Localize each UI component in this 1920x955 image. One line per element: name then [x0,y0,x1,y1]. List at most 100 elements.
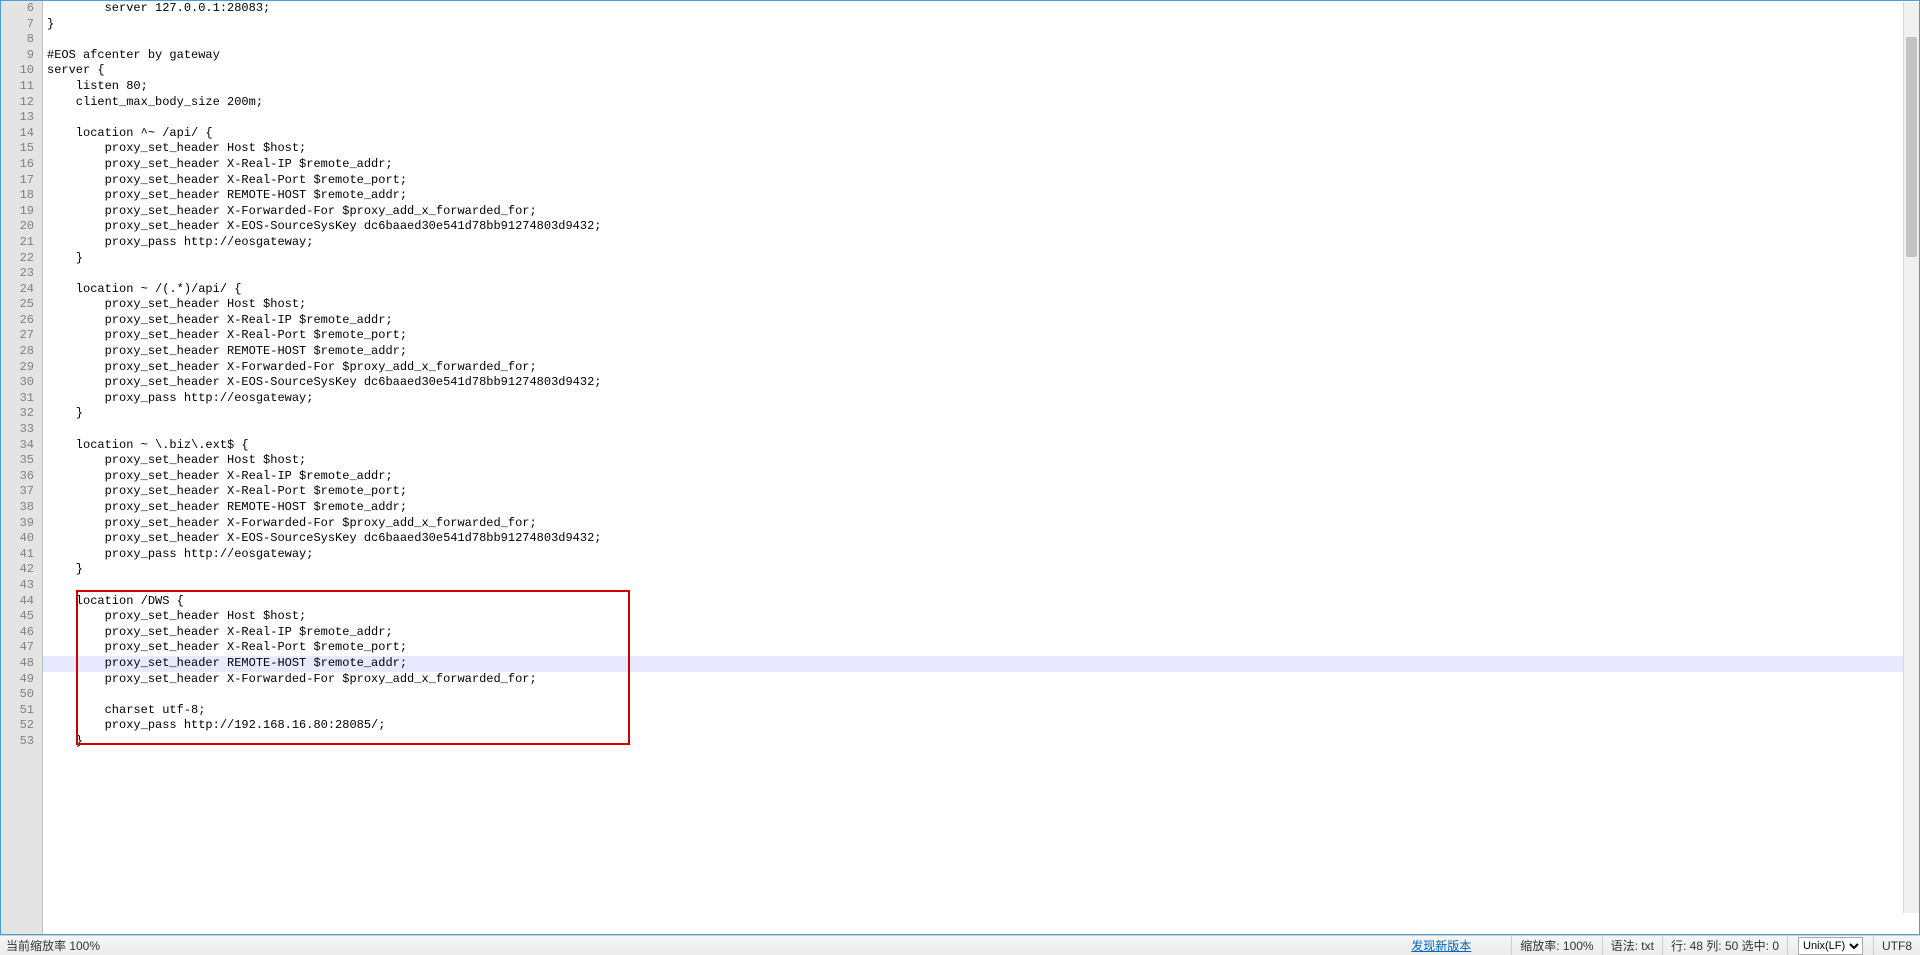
code-line[interactable] [43,578,1919,594]
scrollbar-thumb[interactable] [1906,37,1917,257]
line-number: 18 [1,188,42,204]
line-number: 39 [1,516,42,532]
code-line[interactable]: proxy_set_header X-Forwarded-For $proxy_… [43,672,1919,688]
line-number: 25 [1,297,42,313]
code-line[interactable]: proxy_set_header REMOTE-HOST $remote_add… [43,656,1919,672]
code-line[interactable]: proxy_pass http://eosgateway; [43,547,1919,563]
line-number: 10 [1,63,42,79]
line-number: 20 [1,219,42,235]
code-line[interactable]: proxy_set_header X-Forwarded-For $proxy_… [43,204,1919,220]
line-number: 26 [1,313,42,329]
code-line[interactable]: proxy_set_header X-Real-IP $remote_addr; [43,313,1919,329]
line-number: 12 [1,95,42,111]
syntax-cell[interactable]: 语法: txt [1602,936,1662,955]
code-line[interactable] [43,110,1919,126]
line-number: 51 [1,703,42,719]
code-line[interactable]: proxy_set_header X-Real-Port $remote_por… [43,484,1919,500]
code-line[interactable]: proxy_set_header Host $host; [43,453,1919,469]
code-line[interactable]: client_max_body_size 200m; [43,95,1919,111]
code-line[interactable]: proxy_set_header X-Real-IP $remote_addr; [43,625,1919,641]
line-number: 23 [1,266,42,282]
code-line[interactable]: charset utf-8; [43,703,1919,719]
code-line[interactable] [43,422,1919,438]
line-number: 46 [1,625,42,641]
code-line[interactable]: server { [43,63,1919,79]
line-number: 33 [1,422,42,438]
code-line[interactable]: proxy_set_header REMOTE-HOST $remote_add… [43,188,1919,204]
code-line[interactable]: proxy_set_header Host $host; [43,141,1919,157]
line-number: 41 [1,547,42,563]
code-line[interactable]: proxy_set_header Host $host; [43,297,1919,313]
vertical-scrollbar[interactable] [1903,2,1919,913]
line-number: 27 [1,328,42,344]
line-number: 8 [1,32,42,48]
line-number: 14 [1,126,42,142]
code-line[interactable]: proxy_set_header X-Real-IP $remote_addr; [43,157,1919,173]
new-version-link[interactable]: 发现新版本 [1411,937,1471,954]
line-number: 35 [1,453,42,469]
code-line[interactable]: proxy_set_header X-Forwarded-For $proxy_… [43,516,1919,532]
code-line[interactable]: } [43,734,1919,750]
line-number: 6 [1,1,42,17]
line-number: 42 [1,562,42,578]
line-number: 17 [1,173,42,189]
code-line[interactable]: location ^~ /api/ { [43,126,1919,142]
code-line[interactable]: location ~ /(.*)/api/ { [43,282,1919,298]
code-line[interactable]: proxy_set_header REMOTE-HOST $remote_add… [43,500,1919,516]
code-line[interactable]: } [43,251,1919,267]
code-line[interactable]: listen 80; [43,79,1919,95]
cursor-cell: 行: 48 列: 50 选中: 0 [1662,936,1787,955]
encoding-cell[interactable]: UTF8 [1873,936,1920,955]
line-number: 50 [1,687,42,703]
code-line[interactable] [43,266,1919,282]
line-number: 9 [1,48,42,64]
zoom-status: 当前缩放率 100% [6,939,100,953]
line-number: 24 [1,282,42,298]
status-bar: 当前缩放率 100% 发现新版本 缩放率: 100% 语法: txt 行: 48… [0,935,1920,955]
code-line[interactable]: } [43,562,1919,578]
editor-container: 6789101112131415161718192021222324252627… [0,0,1920,935]
line-number: 48 [1,656,42,672]
line-number: 31 [1,391,42,407]
line-number: 47 [1,640,42,656]
code-line[interactable]: location ~ \.biz\.ext$ { [43,438,1919,454]
code-line[interactable]: proxy_pass http://eosgateway; [43,235,1919,251]
code-line[interactable]: #EOS afcenter by gateway [43,48,1919,64]
line-number: 40 [1,531,42,547]
code-line[interactable]: proxy_set_header X-Real-IP $remote_addr; [43,469,1919,485]
code-line[interactable]: server 127.0.0.1:28083; [43,1,1919,17]
scale-cell[interactable]: 缩放率: 100% [1511,936,1601,955]
line-number: 13 [1,110,42,126]
line-number: 7 [1,17,42,33]
code-line[interactable]: proxy_set_header X-Real-Port $remote_por… [43,173,1919,189]
code-line[interactable]: proxy_set_header X-Forwarded-For $proxy_… [43,360,1919,376]
code-line[interactable]: } [43,17,1919,33]
code-line[interactable]: proxy_set_header X-Real-Port $remote_por… [43,640,1919,656]
line-number: 49 [1,672,42,688]
code-line[interactable]: location /DWS { [43,594,1919,610]
line-number-gutter[interactable]: 6789101112131415161718192021222324252627… [1,1,43,934]
line-number: 45 [1,609,42,625]
line-number: 30 [1,375,42,391]
line-number: 15 [1,141,42,157]
code-line[interactable]: } [43,406,1919,422]
code-line[interactable] [43,687,1919,703]
line-number: 44 [1,594,42,610]
line-number: 32 [1,406,42,422]
code-line[interactable]: proxy_set_header X-EOS-SourceSysKey dc6b… [43,531,1919,547]
line-ending-select[interactable]: Unix(LF) [1798,937,1863,955]
line-number: 29 [1,360,42,376]
line-number: 38 [1,500,42,516]
code-line[interactable]: proxy_set_header Host $host; [43,609,1919,625]
code-line[interactable]: proxy_set_header X-EOS-SourceSysKey dc6b… [43,375,1919,391]
code-area[interactable]: server 127.0.0.1:28083;} #EOS afcenter by… [43,1,1919,934]
code-line[interactable]: proxy_pass http://192.168.16.80:28085/; [43,718,1919,734]
code-line[interactable]: proxy_pass http://eosgateway; [43,391,1919,407]
code-line[interactable]: proxy_set_header X-Real-Port $remote_por… [43,328,1919,344]
code-line[interactable]: proxy_set_header REMOTE-HOST $remote_add… [43,344,1919,360]
code-line[interactable]: proxy_set_header X-EOS-SourceSysKey dc6b… [43,219,1919,235]
line-number: 11 [1,79,42,95]
code-line[interactable] [43,32,1919,48]
line-number: 36 [1,469,42,485]
line-number: 37 [1,484,42,500]
